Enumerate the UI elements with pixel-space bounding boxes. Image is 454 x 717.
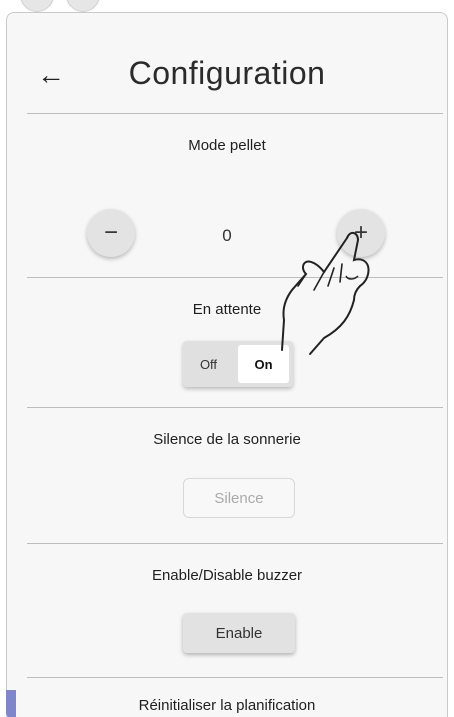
ringer-silence-label: Silence de la sonnerie [153,431,301,448]
settings-panel: ← Configuration Mode pellet − 0 + En att… [6,12,448,717]
top-circle-2 [66,0,100,12]
divider [27,677,443,678]
divider [27,407,443,408]
divider [27,277,443,278]
pellet-mode-label: Mode pellet [188,137,266,154]
bottom-accent [6,690,16,717]
toggle-off-option[interactable]: Off [183,341,234,387]
toggle-on-option[interactable]: On [238,345,289,383]
standby-label: En attente [192,301,262,318]
divider [27,113,443,114]
plus-icon: + [353,219,368,246]
buzzer-label: Enable/Disable buzzer [151,567,303,584]
reset-schedule-label: Réinitialiser la planification [138,697,316,714]
divider [27,543,443,544]
silence-button[interactable]: Silence [183,478,295,518]
increment-button[interactable]: + [337,209,385,257]
page-title: Configuration [128,55,326,91]
header: ← Configuration [7,49,447,109]
standby-toggle[interactable]: Off On [183,341,293,387]
enable-buzzer-button[interactable]: Enable [183,613,295,653]
top-circle-1 [20,0,54,12]
